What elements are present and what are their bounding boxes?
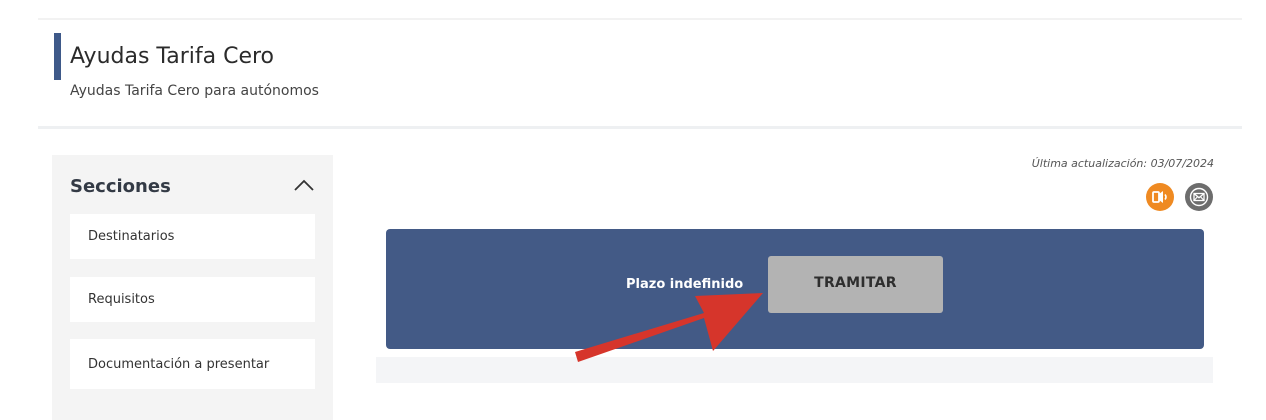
sidebar-item-requisitos[interactable]: Requisitos <box>70 277 315 322</box>
sidebar-item-label: Documentación a presentar <box>88 356 270 372</box>
sidebar-item-documentacion[interactable]: Documentación a presentar <box>70 339 315 389</box>
sections-sidebar: Secciones Destinatarios Requisitos Docum… <box>52 155 333 420</box>
page-root: Ayudas Tarifa Cero Ayudas Tarifa Cero pa… <box>0 0 1266 420</box>
tramitar-panel: Plazo indefinido TRAMITAR <box>386 229 1204 349</box>
sidebar-title: Secciones <box>70 176 171 197</box>
sidebar-item-label: Requisitos <box>88 292 155 307</box>
content-area-strip <box>376 357 1213 383</box>
sidebar-item-label: Destinatarios <box>88 229 175 244</box>
last-update-date: Última actualización: 03/07/2024 <box>1031 157 1214 170</box>
deadline-text: Plazo indefinido <box>626 277 744 292</box>
title-accent-bar <box>54 33 61 80</box>
audio-icon[interactable] <box>1146 183 1174 211</box>
envelope-icon <box>1189 187 1209 207</box>
page-subtitle: Ayudas Tarifa Cero para autónomos <box>70 83 319 99</box>
mail-icon[interactable] <box>1185 183 1213 211</box>
tramitar-button[interactable]: TRAMITAR <box>768 256 943 313</box>
header-top-divider <box>38 18 1242 20</box>
page-title: Ayudas Tarifa Cero <box>70 44 274 69</box>
chevron-up-icon[interactable] <box>293 177 315 193</box>
sidebar-item-destinatarios[interactable]: Destinatarios <box>70 214 315 259</box>
header-bottom-divider <box>38 126 1242 129</box>
speaker-icon <box>1152 191 1167 203</box>
